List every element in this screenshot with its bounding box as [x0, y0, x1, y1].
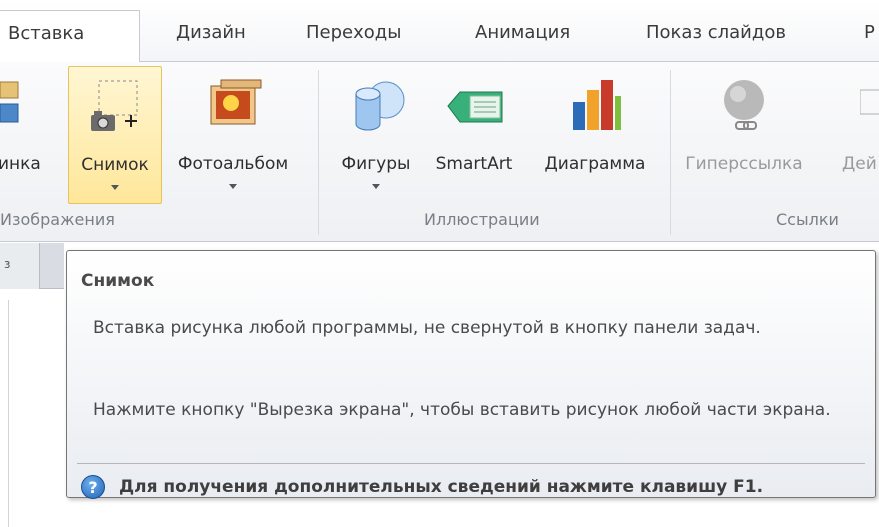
tooltip-instruction: Нажмите кнопку "Вырезка экрана", чтобы в… — [93, 400, 831, 420]
action-button-label: Дей — [842, 154, 877, 174]
action-icon — [860, 89, 879, 115]
photo-album-icon — [210, 79, 262, 125]
group-label-links: Ссылки — [776, 210, 839, 229]
tooltip-title: Снимок — [81, 271, 155, 291]
picture-button-partial[interactable]: инка — [0, 66, 54, 204]
hyperlink-button-label: Гиперссылка — [685, 154, 803, 174]
tooltip-help-text: Для получения дополнительных сведений на… — [119, 477, 764, 497]
chevron-down-icon — [111, 185, 119, 190]
ribbon-tab-strip: Вставка Дизайн Переходы Анимация Показ с… — [0, 0, 879, 63]
smartart-button[interactable]: SmartArt — [424, 66, 524, 204]
tooltip-description: Вставка рисунка любой программы, не свер… — [93, 318, 761, 338]
ruler-cell: з — [0, 243, 40, 289]
shapes-button-label: Фигуры — [341, 154, 411, 174]
ruler-header: з — [0, 243, 64, 289]
action-button-partial[interactable]: Дей — [842, 66, 879, 204]
tab-insert[interactable]: Вставка — [0, 10, 140, 63]
screenshot-button[interactable]: Снимок — [68, 66, 162, 204]
photo-album-button-label: Фотоальбом — [177, 154, 289, 174]
help-icon: ? — [81, 475, 105, 499]
screenshot-icon — [91, 80, 138, 131]
screenshot-button-label: Снимок — [81, 155, 149, 175]
hyperlink-icon — [724, 80, 764, 130]
group-label-images: Изображения — [0, 210, 115, 229]
chart-icon — [573, 80, 621, 130]
tab-review-partial[interactable]: Р — [864, 22, 875, 43]
tab-transitions[interactable]: Переходы — [306, 22, 401, 43]
group-divider — [318, 70, 319, 235]
chart-button[interactable]: Диаграмма — [528, 66, 662, 204]
hyperlink-button[interactable]: Гиперссылка — [680, 66, 808, 204]
shapes-icon — [355, 81, 405, 131]
chevron-down-icon — [229, 184, 237, 189]
ruler-cell-label: з — [4, 257, 11, 271]
shapes-button[interactable]: Фигуры — [330, 66, 422, 204]
smartart-icon — [447, 91, 503, 123]
chart-button-label: Диаграмма — [544, 154, 646, 174]
tooltip-divider — [77, 463, 865, 464]
tab-animations[interactable]: Анимация — [475, 22, 570, 43]
picture-icon — [0, 81, 19, 123]
tab-design[interactable]: Дизайн — [176, 22, 246, 43]
smartart-button-label: SmartArt — [435, 154, 513, 174]
slide-area[interactable] — [8, 300, 70, 527]
tooltip-help-row: ? Для получения дополнительных сведений … — [81, 475, 763, 499]
tab-slideshow[interactable]: Показ слайдов — [646, 22, 786, 43]
chevron-down-icon — [372, 184, 380, 189]
group-divider — [670, 70, 671, 235]
group-label-illustrations: Иллюстрации — [424, 210, 540, 229]
screenshot-tooltip: Снимок Вставка рисунка любой программы, … — [66, 250, 876, 499]
picture-button-label: инка — [0, 154, 41, 174]
photo-album-button[interactable]: Фотоальбом — [164, 66, 302, 204]
ribbon: инка Снимок Фотоальбом Изображения Фигур… — [0, 62, 879, 242]
